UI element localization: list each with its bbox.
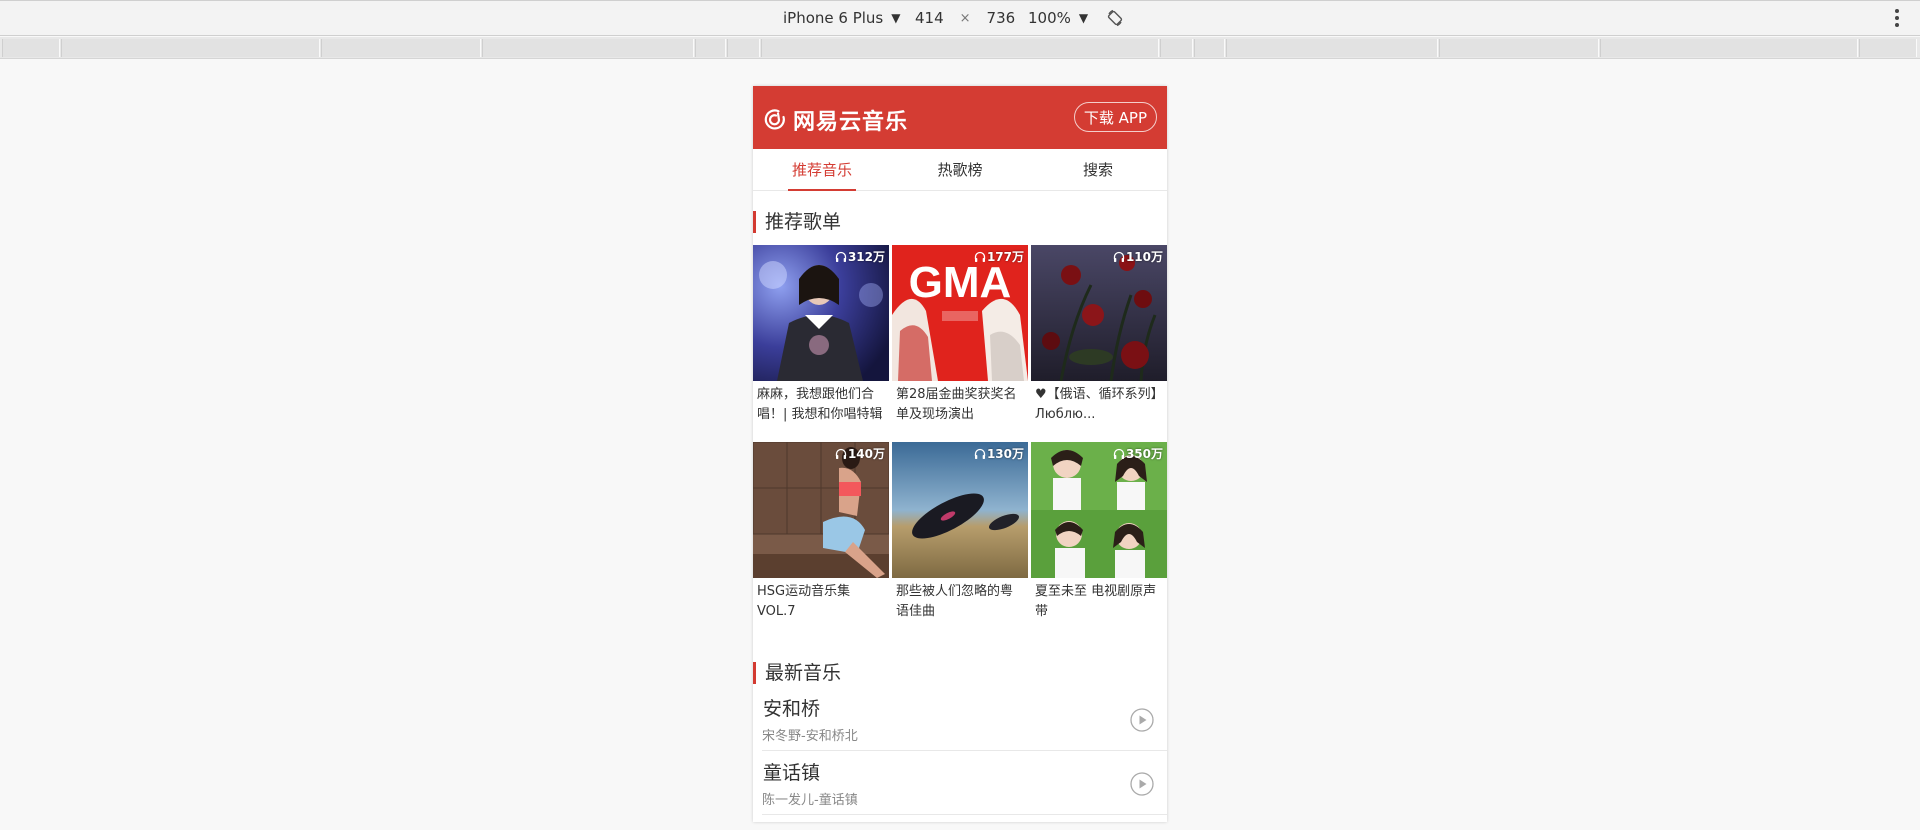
ruler-segment[interactable] <box>1439 39 1599 57</box>
app-brand-name: 网易云音乐 <box>793 110 909 135</box>
playlist-title: ♥【俄语、循环系列】Люблю... <box>1035 387 1158 422</box>
ruler-segment[interactable] <box>482 39 694 57</box>
section-title-latest: 最新音乐 <box>753 662 841 684</box>
ruler-segment[interactable] <box>727 39 760 57</box>
headphone-icon <box>835 251 847 262</box>
playlist-cover: 130万 <box>892 442 1028 578</box>
play-count: 110万 <box>1113 248 1163 265</box>
tab-recommend[interactable]: 推荐音乐 <box>753 149 891 191</box>
section-title-recommend: 推荐歌单 <box>753 211 841 233</box>
devtools-device-toolbar: iPhone 6 Plus ▼ 414 × 736 100% ▼ <box>0 0 1920 36</box>
zoom-selector[interactable]: 100% ▼ <box>1028 1 1088 35</box>
song-name: 安和桥 <box>763 698 821 720</box>
play-count: 177万 <box>974 248 1024 265</box>
play-count: 350万 <box>1113 445 1163 462</box>
caret-down-icon: ▼ <box>1078 11 1089 25</box>
playlist-cover: 312万 <box>753 245 889 381</box>
playlist-card[interactable]: 130万 那些被人们忽略的粤语佳曲 <box>892 442 1028 629</box>
ruler-segment[interactable] <box>321 39 481 57</box>
viewport-dimensions: 414 × 736 <box>915 1 1015 35</box>
ruler-segment[interactable] <box>2 39 60 57</box>
play-count: 312万 <box>835 248 885 265</box>
svg-text:GMA: GMA <box>909 258 1012 307</box>
song-artist: 宋冬野-安和桥北 <box>762 729 858 744</box>
ruler-segment[interactable] <box>1226 39 1438 57</box>
song-list: 安和桥 宋冬野-安和桥北 童话镇 陈一发儿-童话镇 <box>753 687 1167 815</box>
song-item[interactable]: 童话镇 陈一发儿-童话镇 <box>762 751 1167 815</box>
nav-tabs: 推荐音乐 热歌榜 搜索 <box>753 149 1167 191</box>
rotate-icon[interactable] <box>1104 1 1126 35</box>
headphone-icon <box>1113 448 1125 459</box>
playlist-grid: 312万 麻麻，我想跟他们合唱！| 我想和你唱特辑 GMA 177万 第28届金… <box>753 245 1167 629</box>
netease-music-logo-icon <box>764 109 785 130</box>
play-count: 130万 <box>974 445 1024 462</box>
playlist-card[interactable]: 312万 麻麻，我想跟他们合唱！| 我想和你唱特辑 <box>753 245 889 432</box>
headphone-icon <box>974 448 986 459</box>
mobile-viewport: 网易云音乐 下载 APP 推荐音乐 热歌榜 搜索 推荐歌单 312万 麻麻，我想… <box>753 86 1167 822</box>
song-artist: 陈一发儿-童话镇 <box>762 793 858 808</box>
ruler-segment[interactable] <box>761 39 1159 57</box>
ruler-segment[interactable] <box>695 39 726 57</box>
ruler-segment[interactable] <box>1194 39 1225 57</box>
headphone-icon <box>1113 251 1125 262</box>
ruler-segment[interactable] <box>1160 39 1193 57</box>
playlist-card[interactable]: 140万 HSG运动音乐集 VOL.7 <box>753 442 889 629</box>
caret-down-icon: ▼ <box>891 11 901 25</box>
ruler-segment[interactable] <box>1600 39 1858 57</box>
tab-hot-chart[interactable]: 热歌榜 <box>891 149 1029 190</box>
download-app-button[interactable]: 下载 APP <box>1073 102 1157 132</box>
ruler-segment[interactable] <box>61 39 320 57</box>
playlist-cover: 110万 <box>1031 245 1167 381</box>
play-count: 140万 <box>835 445 885 462</box>
headphone-icon <box>835 448 847 459</box>
device-name: iPhone 6 Plus <box>783 9 884 27</box>
times-sign: × <box>959 10 971 26</box>
device-selector[interactable]: iPhone 6 Plus ▼ <box>783 1 900 35</box>
playlist-title: HSG运动音乐集 VOL.7 <box>757 584 851 619</box>
ruler-segment[interactable] <box>1859 39 1917 57</box>
playlist-title: 第28届金曲奖获奖名单及现场演出 <box>896 387 1017 422</box>
tab-search[interactable]: 搜索 <box>1029 149 1167 190</box>
zoom-level: 100% <box>1028 9 1071 27</box>
viewport-height-input[interactable]: 736 <box>987 9 1016 27</box>
playlist-cover: GMA 177万 <box>892 245 1028 381</box>
playlist-cover: 140万 <box>753 442 889 578</box>
viewport-width-input[interactable]: 414 <box>915 9 944 27</box>
app-logo[interactable]: 网易云音乐 <box>763 104 908 136</box>
play-icon[interactable] <box>1130 708 1154 732</box>
headphone-icon <box>974 251 986 262</box>
playlist-card[interactable]: 350万 夏至未至 电视剧原声带 <box>1031 442 1167 629</box>
app-header: 网易云音乐 下载 APP <box>753 86 1167 149</box>
playlist-title: 麻麻，我想跟他们合唱！| 我想和你唱特辑 <box>757 387 883 422</box>
play-icon[interactable] <box>1130 772 1154 796</box>
playlist-title: 那些被人们忽略的粤语佳曲 <box>896 584 1014 619</box>
more-options-icon[interactable] <box>1890 1 1904 35</box>
media-query-ruler <box>0 37 1920 59</box>
playlist-card[interactable]: 110万 ♥【俄语、循环系列】Люблю... <box>1031 245 1167 432</box>
playlist-title: 夏至未至 电视剧原声带 <box>1035 584 1157 619</box>
song-name: 童话镇 <box>763 762 821 784</box>
playlist-cover: 350万 <box>1031 442 1167 578</box>
playlist-card[interactable]: GMA 177万 第28届金曲奖获奖名单及现场演出 <box>892 245 1028 432</box>
song-item[interactable]: 安和桥 宋冬野-安和桥北 <box>762 687 1167 751</box>
